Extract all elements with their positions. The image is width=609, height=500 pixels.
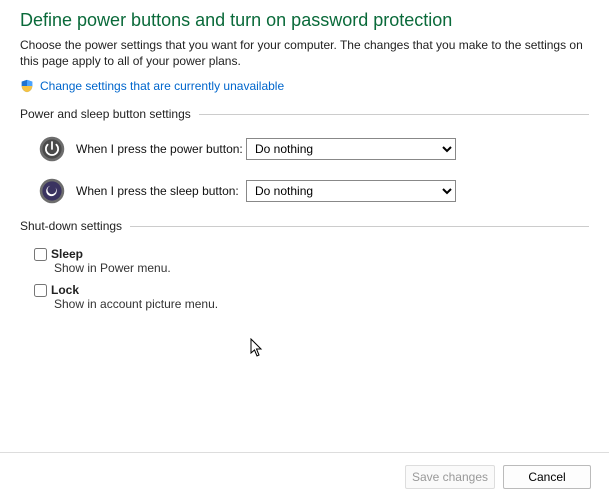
power-button-row: When I press the power button: Do nothin…	[38, 135, 589, 163]
settings-page: Define power buttons and turn on passwor…	[0, 0, 609, 440]
lock-checkbox[interactable]	[34, 284, 47, 297]
lock-option: Lock Show in account picture menu.	[34, 283, 589, 311]
footer-bar: Save changes Cancel	[0, 452, 609, 500]
sleep-option: Sleep Show in Power menu.	[34, 247, 589, 275]
group-power-sleep-title: Power and sleep button settings	[20, 107, 589, 121]
admin-link-row: Change settings that are currently unava…	[20, 79, 589, 93]
lock-option-sub: Show in account picture menu.	[54, 297, 589, 311]
power-button-icon	[38, 135, 66, 163]
divider	[130, 226, 589, 227]
group-title-label: Shut-down settings	[20, 219, 122, 233]
sleep-checkbox[interactable]	[34, 248, 47, 261]
sleep-option-sub: Show in Power menu.	[54, 261, 589, 275]
sleep-option-label: Sleep	[51, 247, 83, 261]
cancel-button[interactable]: Cancel	[503, 465, 591, 489]
sleep-button-label: When I press the sleep button:	[76, 184, 246, 198]
sleep-button-icon	[38, 177, 66, 205]
shutdown-settings-list: Sleep Show in Power menu. Lock Show in a…	[34, 247, 589, 311]
power-button-select[interactable]: Do nothingSleepHibernateShut down	[246, 138, 456, 160]
uac-shield-icon	[20, 79, 34, 93]
page-title: Define power buttons and turn on passwor…	[20, 10, 589, 31]
group-shutdown-title: Shut-down settings	[20, 219, 589, 233]
group-title-label: Power and sleep button settings	[20, 107, 191, 121]
page-description: Choose the power settings that you want …	[20, 37, 589, 69]
sleep-button-row: When I press the sleep button: Do nothin…	[38, 177, 589, 205]
save-changes-button[interactable]: Save changes	[405, 465, 495, 489]
admin-settings-link[interactable]: Change settings that are currently unava…	[40, 79, 284, 93]
divider	[199, 114, 589, 115]
sleep-button-select[interactable]: Do nothingSleepHibernateShut down	[246, 180, 456, 202]
power-button-label: When I press the power button:	[76, 142, 246, 156]
lock-option-label: Lock	[51, 283, 79, 297]
